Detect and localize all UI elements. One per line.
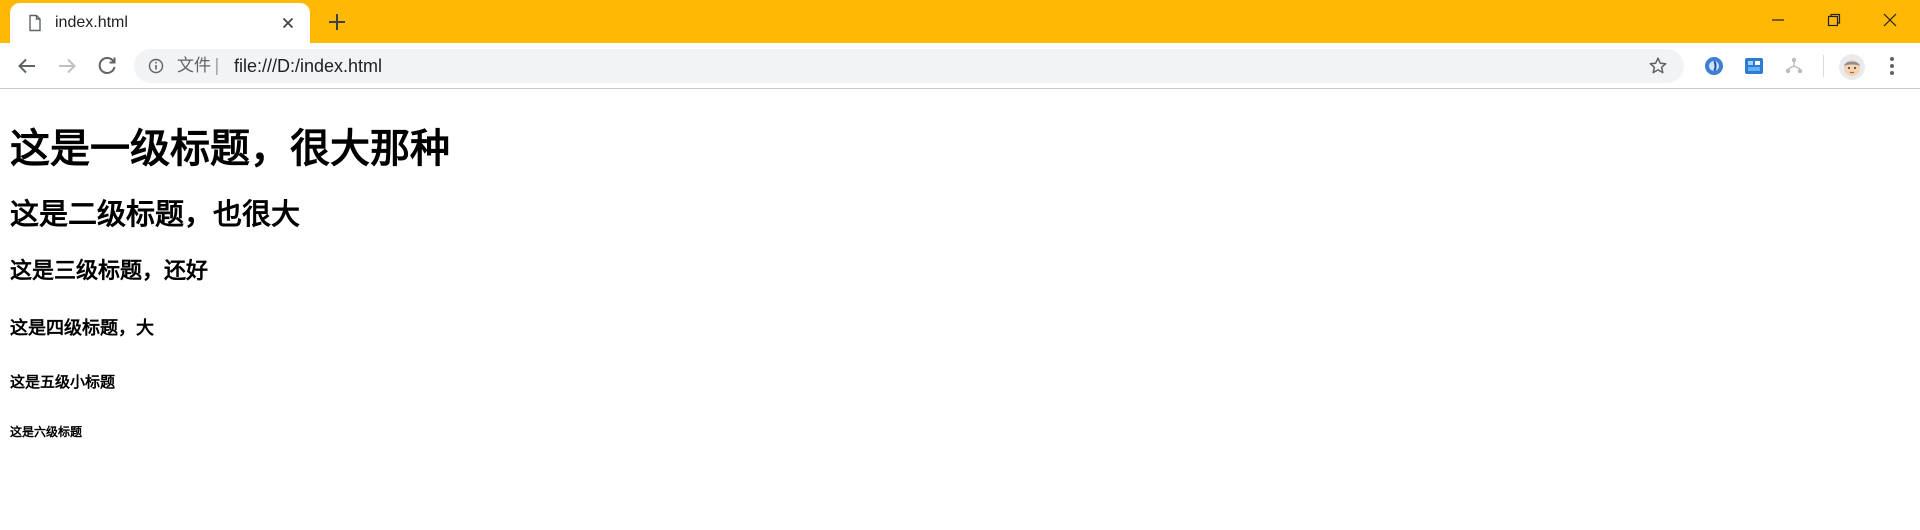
toolbar-divider xyxy=(1823,55,1824,77)
minimize-icon xyxy=(1772,19,1784,21)
security-chip-label: 文件 xyxy=(177,56,211,76)
avatar[interactable] xyxy=(1839,54,1865,80)
heading-2: 这是二级标题，也很大 xyxy=(10,197,301,231)
heading-6: 这是六级标题 xyxy=(10,425,83,439)
chip-separator: | xyxy=(214,56,220,76)
kebab-menu-icon[interactable] xyxy=(1884,54,1900,78)
reload-icon xyxy=(98,57,116,74)
arrow-left-icon xyxy=(18,58,35,74)
tab-title: index.html xyxy=(55,14,128,31)
tab-strip: index.html xyxy=(0,0,1920,43)
close-icon xyxy=(1883,13,1897,27)
plus-icon[interactable] xyxy=(326,11,348,33)
file-icon xyxy=(29,14,41,32)
heading-1: 这是一级标题，很大那种 xyxy=(10,126,450,172)
address-bar[interactable]: 文件 | file:///D:/index.html xyxy=(134,49,1684,83)
close-icon[interactable] xyxy=(280,15,296,31)
heading-5: 这是五级小标题 xyxy=(10,373,116,391)
arrow-right-icon xyxy=(59,58,76,74)
back-button[interactable] xyxy=(14,53,40,79)
forward-button[interactable] xyxy=(54,53,80,79)
star-icon[interactable] xyxy=(1648,56,1668,76)
restore-button[interactable] xyxy=(1806,0,1862,40)
heading-4: 这是四级标题，大 xyxy=(10,318,154,339)
minimize-button[interactable] xyxy=(1750,0,1806,40)
info-icon[interactable] xyxy=(148,58,164,74)
reload-button[interactable] xyxy=(94,53,120,79)
restore-icon xyxy=(1827,13,1841,27)
page-content: 这是一级标题，很大那种 这是二级标题，也很大 这是三级标题，还好 这是四级标题，… xyxy=(0,90,1920,530)
toolbar: 文件 | file:///D:/index.html xyxy=(0,43,1920,89)
extension-icon[interactable] xyxy=(1783,55,1805,77)
tab-active[interactable]: index.html xyxy=(10,3,310,43)
extension-icon[interactable] xyxy=(1743,55,1765,77)
extension-icon[interactable] xyxy=(1703,55,1725,77)
heading-3: 这是三级标题，还好 xyxy=(10,259,209,284)
close-window-button[interactable] xyxy=(1862,0,1918,40)
url-text[interactable]: file:///D:/index.html xyxy=(234,49,382,83)
